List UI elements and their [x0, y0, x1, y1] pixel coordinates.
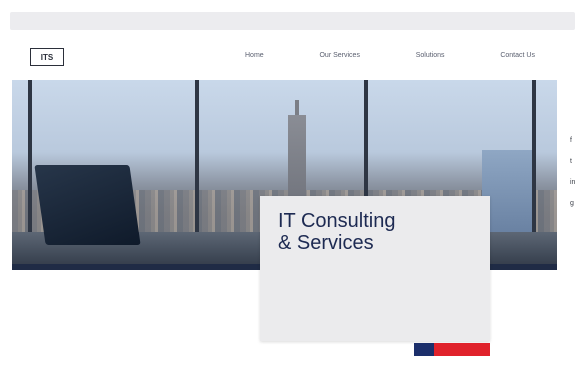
site-logo[interactable]: ITS — [30, 48, 64, 66]
cta-label — [434, 343, 490, 356]
google-icon[interactable]: g — [570, 200, 575, 207]
cta-accent — [414, 343, 434, 356]
nav-item-services[interactable]: Our Services — [319, 52, 359, 59]
nav-item-contact[interactable]: Contact Us — [500, 52, 535, 59]
hero-laptop — [34, 165, 141, 245]
hero-title: IT Consulting & Services — [278, 210, 395, 254]
browser-address-bar[interactable] — [10, 12, 575, 30]
cta-button[interactable] — [414, 343, 490, 356]
twitter-icon[interactable]: t — [570, 158, 575, 165]
facebook-icon[interactable]: f — [570, 137, 575, 144]
nav-item-home[interactable]: Home — [245, 52, 264, 59]
hero-title-line-1: IT Consulting — [278, 210, 396, 232]
hero-title-line-2: & Services — [278, 232, 374, 254]
hero-card: IT Consulting & Services — [260, 196, 490, 341]
social-icons: f t in g — [570, 137, 575, 207]
main-nav: Home Our Services Solutions Contact Us — [245, 52, 535, 59]
linkedin-icon[interactable]: in — [570, 179, 575, 186]
nav-item-solutions[interactable]: Solutions — [416, 52, 445, 59]
